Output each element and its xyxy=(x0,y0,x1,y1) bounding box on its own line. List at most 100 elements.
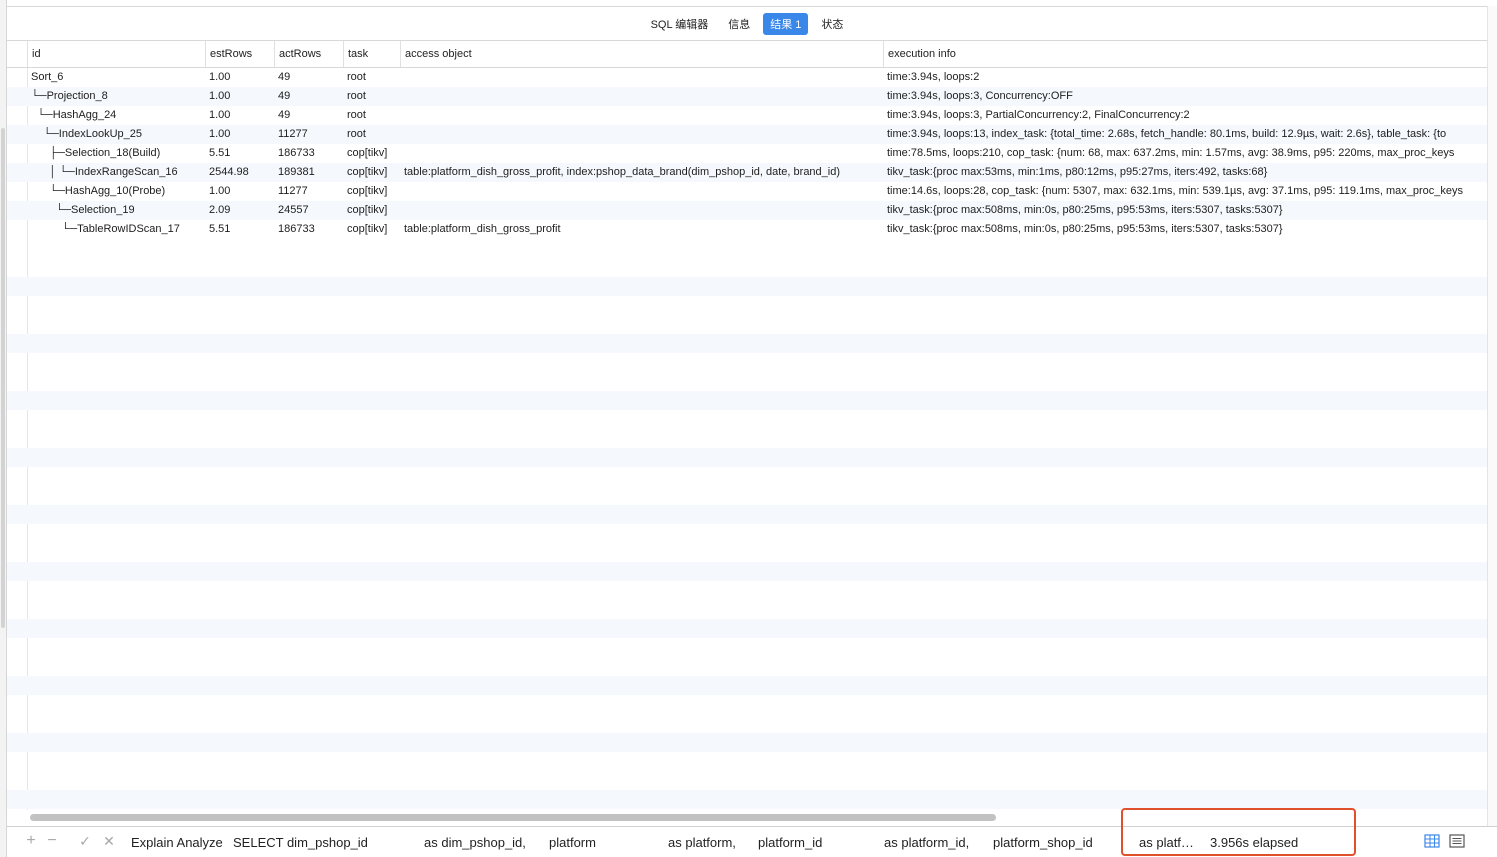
cell-execution-info[interactable]: tikv_task:{proc max:508ms, min:0s, p80:2… xyxy=(887,201,1487,220)
cell-estrows[interactable]: 1.00 xyxy=(209,68,274,87)
column-header-access-object[interactable]: access object xyxy=(400,41,883,67)
form-view-icon[interactable] xyxy=(1449,834,1465,848)
vertical-scrollbar[interactable] xyxy=(1487,6,1497,826)
tab-result-1[interactable]: 结果 1 xyxy=(763,12,809,35)
tab-info[interactable]: 信息 xyxy=(721,13,757,35)
horizontal-scroll-thumb[interactable] xyxy=(30,814,996,821)
check-icon[interactable]: ✓ xyxy=(77,833,93,849)
table-row[interactable]: │ └─IndexRangeScan_16 2544.98 189381 cop… xyxy=(7,163,1487,182)
column-header-actrows[interactable]: actRows xyxy=(274,41,343,67)
cell-access-object[interactable] xyxy=(404,68,883,87)
cell-actrows[interactable]: 49 xyxy=(278,68,343,87)
table-row[interactable]: └─Selection_19 2.09 24557 cop[tikv] tikv… xyxy=(7,201,1487,220)
cell-access-object[interactable] xyxy=(404,106,883,125)
query-text: as platf… xyxy=(1139,835,1194,850)
cell-id[interactable]: └─HashAgg_24 xyxy=(31,106,205,125)
query-text: platform_id xyxy=(758,835,823,850)
empty-row xyxy=(7,277,1487,296)
table-row[interactable]: ├─Selection_18(Build) 5.51 186733 cop[ti… xyxy=(7,144,1487,163)
cell-estrows[interactable]: 2544.98 xyxy=(209,163,274,182)
grid-view-icon[interactable] xyxy=(1424,834,1440,848)
cell-id[interactable]: └─Projection_8 xyxy=(31,87,205,106)
cell-estrows[interactable]: 1.00 xyxy=(209,182,274,201)
empty-row xyxy=(7,448,1487,467)
cell-actrows[interactable]: 11277 xyxy=(278,182,343,201)
cell-execution-info[interactable]: time:3.94s, loops:3, Concurrency:OFF xyxy=(887,87,1487,106)
empty-row xyxy=(7,391,1487,410)
tab-bar: SQL 编辑器 信息 结果 1 状态 xyxy=(7,7,1487,40)
cell-estrows[interactable]: 1.00 xyxy=(209,125,274,144)
cell-task[interactable]: cop[tikv] xyxy=(347,201,400,220)
cell-actrows[interactable]: 189381 xyxy=(278,163,343,182)
query-text: as platform, xyxy=(668,835,736,850)
cell-estrows[interactable]: 1.00 xyxy=(209,87,274,106)
left-scroll-thumb[interactable] xyxy=(1,128,5,628)
result-grid: Sort_6 1.00 49 root time:3.94s, loops:2 … xyxy=(7,68,1487,810)
cell-id[interactable]: └─TableRowIDScan_17 xyxy=(31,220,205,239)
query-text: as platform_id, xyxy=(884,835,970,850)
empty-row xyxy=(7,676,1487,695)
cell-task[interactable]: cop[tikv] xyxy=(347,220,400,239)
table-row[interactable]: └─Projection_8 1.00 49 root time:3.94s, … xyxy=(7,87,1487,106)
cell-id[interactable]: Sort_6 xyxy=(31,68,205,87)
cell-execution-info[interactable]: time:3.94s, loops:2 xyxy=(887,68,1487,87)
plus-icon[interactable]: + xyxy=(23,833,39,849)
cell-task[interactable]: cop[tikv] xyxy=(347,144,400,163)
column-header-estrows[interactable]: estRows xyxy=(205,41,274,67)
cell-access-object[interactable] xyxy=(404,182,883,201)
cell-estrows[interactable]: 5.51 xyxy=(209,220,274,239)
cell-task[interactable]: root xyxy=(347,125,400,144)
cell-task[interactable]: root xyxy=(347,87,400,106)
cell-execution-info[interactable]: time:3.94s, loops:13, index_task: {total… xyxy=(887,125,1487,144)
cell-actrows[interactable]: 49 xyxy=(278,106,343,125)
cell-access-object[interactable] xyxy=(404,144,883,163)
cell-id[interactable]: │ └─IndexRangeScan_16 xyxy=(31,163,205,182)
empty-row xyxy=(7,790,1487,809)
cell-execution-info[interactable]: time:3.94s, loops:3, PartialConcurrency:… xyxy=(887,106,1487,125)
cell-actrows[interactable]: 24557 xyxy=(278,201,343,220)
minus-icon[interactable]: − xyxy=(44,833,60,849)
empty-row xyxy=(7,505,1487,524)
tab-status[interactable]: 状态 xyxy=(814,13,850,35)
cell-actrows[interactable]: 186733 xyxy=(278,220,343,239)
cell-execution-info[interactable]: time:78.5ms, loops:210, cop_task: {num: … xyxy=(887,144,1487,163)
query-text: as dim_pshop_id, xyxy=(424,835,526,850)
column-header-id[interactable]: id xyxy=(27,41,205,67)
cell-execution-info[interactable]: tikv_task:{proc max:508ms, min:0s, p80:2… xyxy=(887,220,1487,239)
table-row[interactable]: └─HashAgg_24 1.00 49 root time:3.94s, lo… xyxy=(7,106,1487,125)
cell-execution-info[interactable]: time:14.6s, loops:28, cop_task: {num: 53… xyxy=(887,182,1487,201)
table-row[interactable]: └─TableRowIDScan_17 5.51 186733 cop[tikv… xyxy=(7,220,1487,239)
cell-id[interactable]: └─Selection_19 xyxy=(31,201,205,220)
cell-access-object[interactable] xyxy=(404,125,883,144)
cell-access-object[interactable]: table:platform_dish_gross_profit xyxy=(404,220,883,239)
cell-estrows[interactable]: 5.51 xyxy=(209,144,274,163)
column-header-execution-info[interactable]: execution info xyxy=(883,41,1487,67)
cell-task[interactable]: cop[tikv] xyxy=(347,182,400,201)
cell-access-object[interactable] xyxy=(404,201,883,220)
cell-id[interactable]: └─HashAgg_10(Probe) xyxy=(31,182,205,201)
table-row[interactable]: └─HashAgg_10(Probe) 1.00 11277 cop[tikv]… xyxy=(7,182,1487,201)
table-row[interactable]: Sort_6 1.00 49 root time:3.94s, loops:2 xyxy=(7,68,1487,87)
cell-task[interactable]: cop[tikv] xyxy=(347,163,400,182)
cell-actrows[interactable]: 186733 xyxy=(278,144,343,163)
cell-id[interactable]: ├─Selection_18(Build) xyxy=(31,144,205,163)
cell-task[interactable]: root xyxy=(347,68,400,87)
cell-estrows[interactable]: 1.00 xyxy=(209,106,274,125)
cell-access-object[interactable]: table:platform_dish_gross_profit, index:… xyxy=(404,163,883,182)
cell-estrows[interactable]: 2.09 xyxy=(209,201,274,220)
tab-sql-editor[interactable]: SQL 编辑器 xyxy=(644,13,716,35)
cell-actrows[interactable]: 11277 xyxy=(278,125,343,144)
query-text: SELECT dim_pshop_id xyxy=(233,835,368,850)
cell-id[interactable]: └─IndexLookUp_25 xyxy=(31,125,205,144)
cell-task[interactable]: root xyxy=(347,106,400,125)
column-header-task[interactable]: task xyxy=(343,41,400,67)
cell-execution-info[interactable]: tikv_task:{proc max:53ms, min:1ms, p80:1… xyxy=(887,163,1487,182)
table-row[interactable]: └─IndexLookUp_25 1.00 11277 root time:3.… xyxy=(7,125,1487,144)
cell-access-object[interactable] xyxy=(404,87,883,106)
query-keyword: Explain Analyze xyxy=(131,835,223,850)
empty-row xyxy=(7,733,1487,752)
cell-actrows[interactable]: 49 xyxy=(278,87,343,106)
result-grid-header: id estRows actRows task access object ex… xyxy=(7,40,1487,68)
horizontal-scrollbar[interactable] xyxy=(26,811,1486,825)
x-icon[interactable]: ✕ xyxy=(101,833,117,849)
